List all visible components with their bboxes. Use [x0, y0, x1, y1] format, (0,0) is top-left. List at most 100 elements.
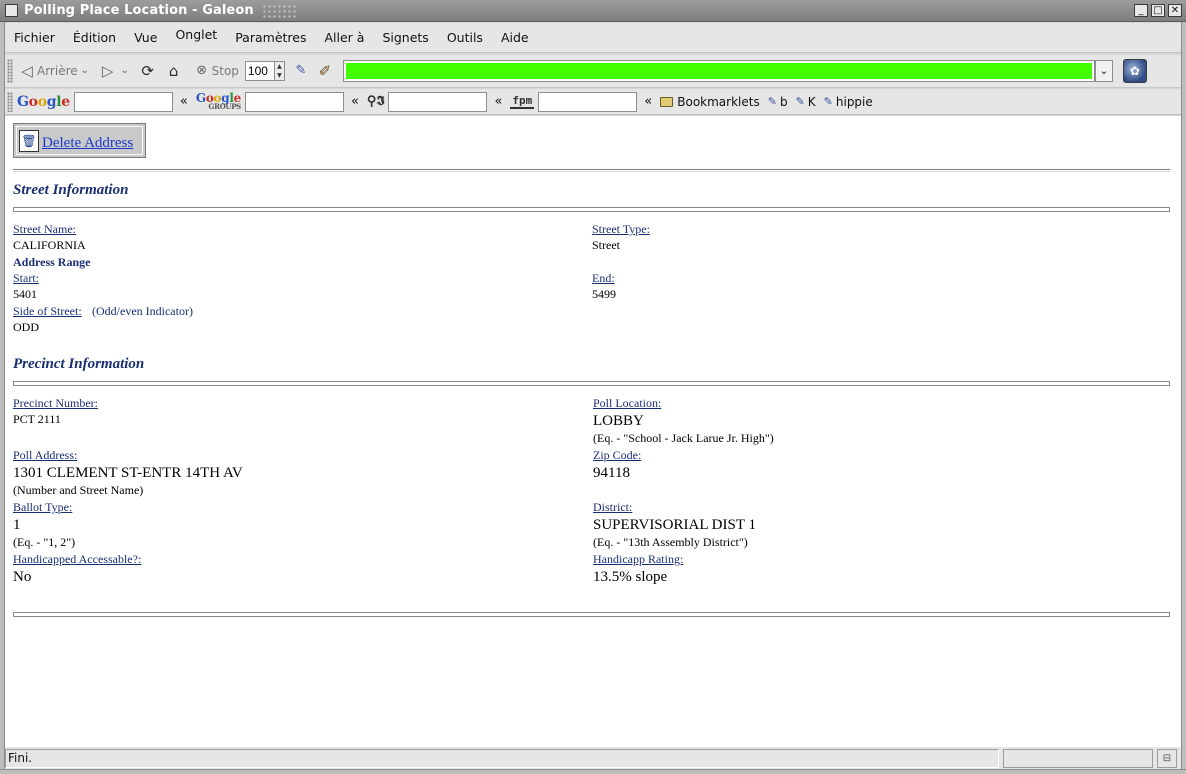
precinct-number-label[interactable]: Precinct Number:: [13, 396, 98, 411]
menu-aide[interactable]: Aide: [492, 30, 538, 45]
district-hint: (Eq. - "13th Assembly District"): [593, 535, 748, 549]
street-type-label[interactable]: Street Type:: [592, 222, 650, 237]
poll-address-label[interactable]: Poll Address:: [13, 448, 77, 463]
dictionary-icon: ⚲𝕴: [366, 94, 385, 109]
ballot-type-value: 1: [13, 517, 21, 533]
district-value: SUPERVISORIAL DIST 1: [593, 517, 756, 533]
back-arrow-icon: ◁: [21, 62, 33, 80]
broom-icon[interactable]: ✐: [315, 61, 335, 81]
dropdown-arrow-icon[interactable]: ⌄: [78, 61, 92, 81]
security-lock-icon[interactable]: ⊟: [1157, 748, 1177, 768]
bookmark-label: Bookmarklets: [677, 94, 760, 109]
google-logo-icon: Google: [17, 93, 70, 110]
status-text: Fini.: [5, 748, 999, 768]
street-type-value: Street: [592, 238, 620, 252]
bookmark-k[interactable]: ✎ K: [796, 95, 816, 109]
poll-location-label[interactable]: Poll Location:: [593, 396, 661, 411]
menu-edition[interactable]: Édition: [64, 30, 125, 45]
groups-search-go[interactable]: «: [351, 94, 359, 109]
street-name-label[interactable]: Street Name:: [13, 222, 76, 237]
delete-address-button[interactable]: 🗑 Delete Address: [13, 123, 146, 158]
toolbar-grip[interactable]: [7, 59, 13, 83]
side-of-street-hint: (Odd/even Indicator): [92, 304, 193, 318]
search-toolbar: Google « Google GROUPS « ⚲𝕴 « fpm « Bookm…: [5, 89, 1181, 115]
galeon-logo-icon[interactable]: ✿: [1122, 59, 1147, 83]
fpm-search-go[interactable]: «: [644, 94, 652, 109]
start-label[interactable]: Start:: [13, 271, 39, 286]
bookmark-b[interactable]: ✎ b: [768, 95, 788, 109]
precinct-number-value: PCT 2111: [13, 412, 61, 426]
toolbar-grip[interactable]: [7, 91, 13, 112]
ballot-type-label[interactable]: Ballot Type:: [13, 500, 72, 515]
maximize-button[interactable]: □: [1151, 4, 1165, 17]
google-groups-logo-icon: Google GROUPS: [195, 91, 241, 111]
district-label[interactable]: District:: [593, 500, 632, 515]
progress-bar: [1003, 748, 1153, 768]
dictionary-search-go[interactable]: «: [494, 94, 502, 109]
page-content: 🗑 Delete Address Street Information Stre…: [5, 116, 1181, 747]
menu-vue[interactable]: Vue: [125, 30, 166, 45]
menu-aller-a[interactable]: Aller à: [315, 30, 373, 45]
window-frame-bottom[interactable]: [0, 769, 1186, 774]
end-label[interactable]: End:: [592, 271, 615, 286]
location-input[interactable]: [345, 63, 1092, 79]
precinct-section-heading: Precinct Information: [13, 356, 145, 372]
window-frame-right: [1181, 22, 1186, 774]
menu-outils[interactable]: Outils: [438, 30, 492, 45]
bookmark-label: b: [779, 94, 788, 109]
fpm-icon: fpm: [510, 94, 535, 109]
delete-address-link[interactable]: Delete Address: [42, 135, 133, 152]
poll-location-value: LOBBY: [593, 413, 644, 429]
forward-button[interactable]: ▷ ⌄: [98, 61, 132, 81]
stop-button[interactable]: ⊗ Stop: [192, 61, 239, 81]
poll-address-hint: (Number and Street Name): [13, 483, 144, 497]
window-menu-button[interactable]: [5, 4, 18, 17]
zip-code-value: 94118: [593, 465, 630, 481]
google-groups-search-input[interactable]: [244, 91, 344, 112]
google-search-input[interactable]: [73, 91, 173, 112]
bookmark-label: K: [807, 94, 816, 109]
divider: [13, 612, 1170, 617]
google-search-go[interactable]: «: [180, 94, 188, 109]
menu-signets[interactable]: Signets: [373, 30, 437, 45]
divider: [13, 207, 1170, 212]
trash-document-icon: 🗑: [19, 130, 39, 152]
location-dropdown-button[interactable]: ⌄: [1094, 60, 1113, 82]
handicap-rating-value: 13.5% slope: [593, 569, 668, 585]
street-section-heading: Street Information: [13, 182, 129, 198]
reload-icon[interactable]: ⟳: [138, 61, 158, 81]
window-title: Polling Place Location - Galeon: [24, 3, 254, 18]
bookmarklet-icon: ✎: [795, 95, 805, 108]
start-value: 5401: [13, 287, 37, 301]
bookmarklet-icon: ✎: [823, 95, 833, 108]
handicap-rating-label[interactable]: Handicapp Rating:: [593, 552, 683, 567]
divider: [13, 169, 1170, 172]
side-of-street-label[interactable]: Side of Street:: [13, 304, 82, 319]
navigation-toolbar: ◁ Arrière ⌄ ▷ ⌄ ⟳ ⌂ ⊗ Stop ▲▼ ✎ ✐ ⌄ ✿: [5, 55, 1181, 88]
fpm-search-input[interactable]: [538, 91, 638, 112]
location-bar[interactable]: [342, 60, 1095, 82]
side-of-street-label-text: Side of Street:: [13, 304, 82, 318]
zip-code-label[interactable]: Zip Code:: [593, 448, 641, 463]
back-button[interactable]: ◁ Arrière ⌄: [17, 61, 92, 81]
status-bar: Fini. ⊟: [5, 747, 1181, 769]
bookmark-folder-bookmarklets[interactable]: Bookmarklets: [660, 94, 760, 109]
handicap-access-label[interactable]: Handicapped Accessable?:: [13, 552, 141, 567]
menu-parametres[interactable]: Paramètres: [226, 30, 315, 45]
address-range-heading: Address Range: [13, 255, 91, 269]
zoom-spinner[interactable]: ▲ ▼: [274, 61, 285, 81]
window-titlebar[interactable]: Polling Place Location - Galeon _ □ ✕: [0, 0, 1186, 22]
close-button[interactable]: ✕: [1168, 4, 1182, 17]
menu-fichier[interactable]: Fichier: [5, 30, 64, 45]
bookmark-hippie[interactable]: ✎ hippie: [824, 95, 873, 109]
spinner-icon[interactable]: ✎: [291, 61, 311, 81]
home-icon[interactable]: ⌂: [164, 61, 184, 81]
minimize-button[interactable]: _: [1134, 4, 1148, 17]
folder-icon: [660, 96, 674, 107]
zoom-input[interactable]: [244, 61, 275, 81]
handicap-access-value: No: [13, 569, 32, 585]
dictionary-search-input[interactable]: [388, 91, 488, 112]
dropdown-arrow-icon[interactable]: ⌄: [118, 61, 132, 81]
forward-arrow-icon: ▷: [101, 62, 114, 80]
menu-onglet[interactable]: Onglet: [166, 27, 226, 42]
